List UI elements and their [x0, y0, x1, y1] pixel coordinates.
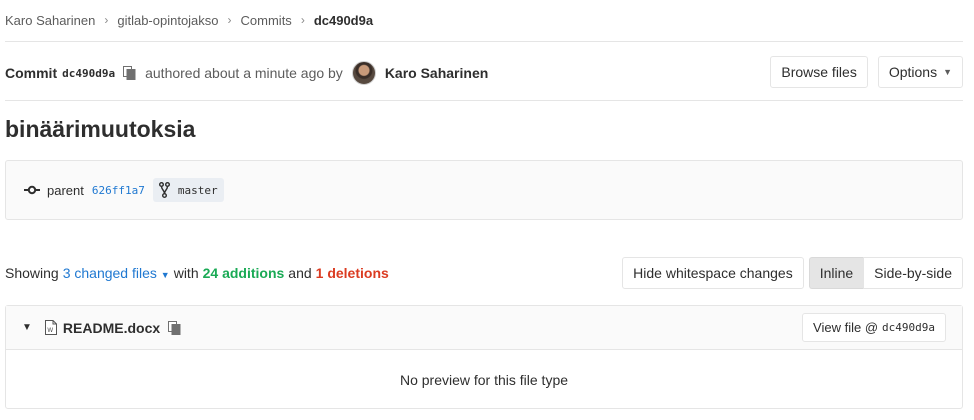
and-text: and: [288, 265, 312, 281]
side-by-side-view-button[interactable]: Side-by-side: [863, 257, 963, 289]
word-file-icon: W: [44, 320, 57, 335]
chevron-right-icon: ›: [300, 13, 305, 27]
avatar[interactable]: [351, 61, 376, 85]
inline-view-button[interactable]: Inline: [808, 257, 864, 289]
file-name-link[interactable]: README.docx: [63, 320, 160, 336]
diff-view-toggle: Inline Side-by-side: [808, 257, 963, 289]
divider: [5, 100, 963, 101]
browse-files-button[interactable]: Browse files: [770, 56, 868, 88]
svg-text:W: W: [47, 327, 53, 334]
file-diff-panel: ▼ W README.docx View file @ dc490d9a No …: [5, 305, 963, 409]
hide-whitespace-button[interactable]: Hide whitespace changes: [622, 257, 804, 289]
header-actions: Browse files Options ▼: [770, 56, 963, 88]
breadcrumb-project[interactable]: gitlab-opintojakso: [117, 13, 218, 28]
view-file-button[interactable]: View file @ dc490d9a: [802, 313, 946, 342]
authored-text: authored about a minute ago by: [145, 65, 343, 81]
options-label: Options: [888, 64, 938, 80]
commit-label: Commit: [5, 65, 58, 81]
parent-label: parent: [47, 182, 84, 198]
view-file-sha: dc490d9a: [882, 321, 935, 334]
commit-info-box: parent 626ff1a7 master: [5, 160, 963, 220]
with-text: with: [173, 265, 199, 281]
diff-view-controls: Hide whitespace changes Inline Side-by-s…: [622, 257, 963, 289]
commit-icon: [24, 185, 40, 195]
chevron-down-icon: ▼: [160, 270, 170, 280]
chevron-down-icon: ▼: [943, 67, 952, 77]
additions-count: 24 additions: [202, 265, 285, 281]
chevron-down-icon[interactable]: ▼: [22, 322, 32, 333]
parent-commit-link[interactable]: 626ff1a7: [92, 184, 145, 197]
chevron-right-icon: ›: [104, 13, 109, 27]
changed-files-label: 3 changed files: [62, 265, 157, 281]
changed-files-dropdown[interactable]: 3 changed files ▼: [63, 265, 170, 281]
commit-header: Commit dc490d9a authored about a minute …: [5, 56, 963, 90]
branch-icon: [158, 182, 170, 198]
commit-title: binäärimuutoksia: [5, 116, 196, 142]
deletions-count: 1 deletions: [315, 265, 389, 281]
branch-badge[interactable]: master: [152, 178, 224, 202]
breadcrumb: Karo Saharinen › gitlab-opintojakso › Co…: [5, 0, 962, 40]
copy-icon[interactable]: [168, 320, 181, 335]
showing-text: Showing: [5, 265, 59, 281]
copy-icon[interactable]: [123, 66, 136, 80]
chevron-right-icon: ›: [227, 13, 232, 27]
file-header: ▼ W README.docx View file @ dc490d9a: [6, 306, 962, 350]
diff-summary: Showing 3 changed files ▼ with 24 additi…: [5, 257, 963, 289]
view-file-label: View file @: [813, 320, 879, 335]
breadcrumb-current-commit[interactable]: dc490d9a: [314, 13, 373, 28]
no-preview-message: No preview for this file type: [399, 371, 569, 388]
options-dropdown[interactable]: Options ▼: [877, 56, 963, 88]
branch-name: master: [177, 183, 218, 197]
author-link[interactable]: Karo Saharinen: [385, 65, 488, 81]
commit-sha: dc490d9a: [62, 66, 116, 80]
breadcrumb-user[interactable]: Karo Saharinen: [5, 13, 95, 28]
breadcrumb-commits[interactable]: Commits: [241, 13, 292, 28]
divider: [5, 41, 963, 42]
